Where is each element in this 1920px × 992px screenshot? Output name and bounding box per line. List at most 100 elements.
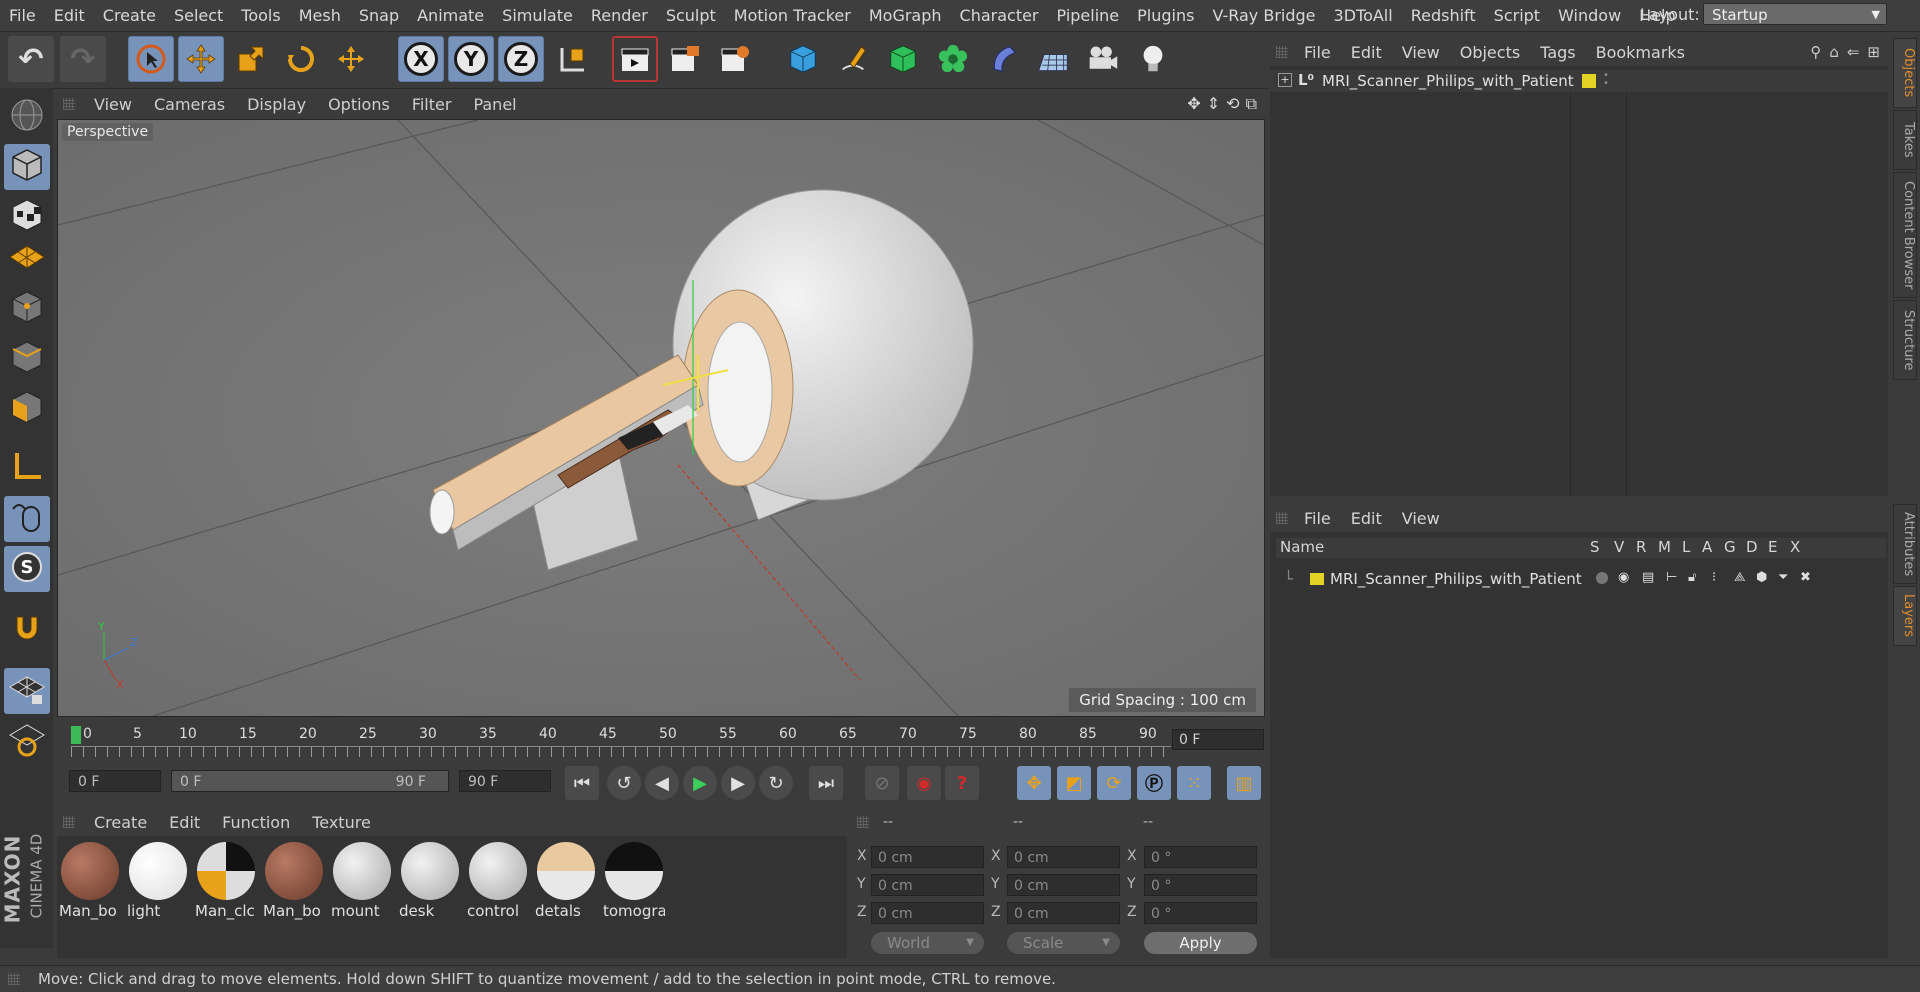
rot-h-field[interactable]: 0 ° [1144, 846, 1257, 868]
pos-x-field[interactable]: 0 cm [871, 846, 984, 868]
rot-p-field[interactable]: 0 ° [1144, 874, 1257, 896]
xref-icon[interactable]: ✖ [1800, 570, 1811, 585]
panel-grip-icon[interactable] [63, 816, 75, 828]
scale-tool-button[interactable] [228, 36, 274, 82]
menu-vray-bridge[interactable]: V-Ray Bridge [1203, 6, 1324, 25]
go-to-end-button[interactable]: ⏭ [809, 766, 843, 800]
panel-grip-icon[interactable] [1276, 46, 1288, 58]
new-window-icon[interactable]: ⊞ [1867, 43, 1880, 61]
object-name[interactable]: MRI_Scanner_Philips_with_Patient [1322, 72, 1574, 90]
panel-grip-icon[interactable] [8, 973, 20, 985]
menu-motion-tracker[interactable]: Motion Tracker [725, 6, 860, 25]
menu-file[interactable]: File [0, 6, 45, 25]
next-frame-button[interactable]: ▶ [721, 766, 755, 800]
planar-workplane-button[interactable] [4, 718, 50, 764]
generator-icon[interactable]: ⟁ [1734, 570, 1746, 585]
make-editable-button[interactable] [4, 94, 50, 140]
rot-b-field[interactable]: 0 ° [1144, 902, 1257, 924]
viewport-menu-filter[interactable]: Filter [401, 95, 463, 114]
home-icon[interactable]: ⌂ [1829, 43, 1839, 61]
menu-tools[interactable]: Tools [232, 6, 289, 25]
tab-takes[interactable]: Takes [1893, 110, 1917, 170]
menu-simulate[interactable]: Simulate [493, 6, 582, 25]
menu-pipeline[interactable]: Pipeline [1048, 6, 1129, 25]
menu-render[interactable]: Render [582, 6, 657, 25]
size-y-field[interactable]: 0 cm [1007, 874, 1120, 896]
pan-view-icon[interactable]: ✥ [1187, 94, 1200, 114]
material-swatch[interactable]: Man_clc [195, 840, 257, 924]
pos-z-field[interactable]: 0 cm [871, 902, 984, 924]
key-rotation-button[interactable]: ⟳ [1097, 766, 1131, 800]
material-swatch[interactable]: tomogra [603, 840, 665, 924]
layout-select[interactable]: Startup ▼ [1703, 3, 1887, 25]
expand-icon[interactable]: + [1278, 73, 1292, 87]
play-button[interactable]: ▶ [683, 766, 717, 800]
menu-3dtoall[interactable]: 3DToAll [1325, 6, 1402, 25]
render-settings-button[interactable] [712, 36, 758, 82]
add-light-button[interactable] [1130, 36, 1176, 82]
viewport-menu-cameras[interactable]: Cameras [143, 95, 236, 114]
lock-workplane-button[interactable] [4, 668, 50, 714]
pos-y-field[interactable]: 0 cm [871, 874, 984, 896]
panel-grip-icon[interactable] [63, 98, 75, 110]
next-key-button[interactable]: ↻ [759, 766, 793, 800]
viewport-menu-view[interactable]: View [83, 95, 143, 114]
col-expressions[interactable]: E [1768, 538, 1777, 556]
objects-menu-edit[interactable]: Edit [1341, 43, 1392, 62]
coordinate-space-dropdown[interactable]: World ▼ [871, 932, 984, 954]
keyframe-selection-button[interactable]: ? [945, 766, 979, 800]
tab-layers[interactable]: Layers [1893, 586, 1917, 646]
live-select-button[interactable] [328, 36, 374, 82]
menu-create[interactable]: Create [94, 6, 165, 25]
3d-viewport[interactable]: Y Z X Perspective Grid Spacing : 100 cm [57, 119, 1265, 717]
col-locked[interactable]: L [1682, 538, 1690, 556]
undo-button[interactable]: ↶ [8, 36, 54, 82]
eye-icon[interactable]: ◉ [1618, 570, 1629, 585]
lock-icon[interactable]: 🔓︎ [1688, 570, 1696, 585]
visibility-dots-icon[interactable]: • • [1603, 71, 1609, 89]
menu-window[interactable]: Window [1549, 6, 1630, 25]
viewport-menu-display[interactable]: Display [236, 95, 317, 114]
start-frame-field[interactable]: 0 F [69, 770, 161, 792]
panel-grip-icon[interactable] [857, 816, 869, 828]
add-camera-button[interactable] [1080, 36, 1126, 82]
col-solo[interactable]: S [1590, 538, 1600, 556]
current-frame-field[interactable]: 0 F [1172, 729, 1264, 750]
add-cube-button[interactable] [780, 36, 826, 82]
layers-menu-edit[interactable]: Edit [1341, 509, 1392, 528]
go-to-start-button[interactable]: ⏮ [565, 766, 599, 800]
solo-toggle-icon[interactable] [1596, 572, 1608, 584]
tab-objects[interactable]: Objects [1893, 38, 1917, 108]
material-menu-texture[interactable]: Texture [301, 813, 382, 832]
material-swatch[interactable]: Man_bo [59, 840, 121, 924]
y-axis-lock-button[interactable]: Y [448, 36, 494, 82]
menu-script[interactable]: Script [1485, 6, 1549, 25]
material-menu-edit[interactable]: Edit [158, 813, 211, 832]
render-to-picture-viewer-button[interactable] [662, 36, 708, 82]
col-generators[interactable]: G [1724, 538, 1736, 556]
key-pla-button[interactable]: ⁙ [1177, 766, 1211, 800]
menu-select[interactable]: Select [165, 6, 232, 25]
rotate-tool-button[interactable] [278, 36, 324, 82]
menu-plugins[interactable]: Plugins [1128, 6, 1203, 25]
objects-menu-tags[interactable]: Tags [1530, 43, 1585, 62]
x-axis-lock-button[interactable]: X [398, 36, 444, 82]
redo-button[interactable]: ↷ [60, 36, 106, 82]
rotate-view-icon[interactable]: ⟲ [1226, 94, 1239, 114]
size-mode-dropdown[interactable]: Scale ▼ [1007, 932, 1120, 954]
layers-menu-view[interactable]: View [1392, 509, 1450, 528]
expressions-icon[interactable]: ⏷ [1778, 570, 1788, 585]
menu-edit[interactable]: Edit [45, 6, 94, 25]
end-frame-field[interactable]: 90 F [459, 770, 551, 792]
size-x-field[interactable]: 0 cm [1007, 846, 1120, 868]
menu-snap[interactable]: Snap [350, 6, 408, 25]
coordinate-system-button[interactable] [550, 36, 596, 82]
previous-frame-button[interactable]: ◀ [645, 766, 679, 800]
viewport-menu-options[interactable]: Options [317, 95, 401, 114]
move-tool-button[interactable] [178, 36, 224, 82]
material-swatch[interactable]: desk [399, 840, 461, 924]
tab-content-browser[interactable]: Content Browser [1893, 172, 1917, 298]
previous-key-button[interactable]: ↺ [607, 766, 641, 800]
snap-toggle-button[interactable] [4, 606, 50, 652]
key-scale-button[interactable]: ◩ [1057, 766, 1091, 800]
